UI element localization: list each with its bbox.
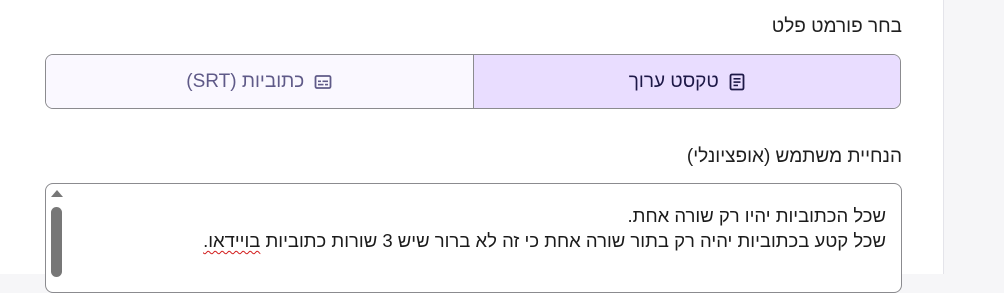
format-option-srt-label: כתוביות (SRT) [186,70,305,92]
format-option-srt[interactable]: כתוביות (SRT) [46,55,473,108]
textarea-content: שכל הכתוביות יהיו רק שורה אחת. שכל קטע ב… [86,203,886,253]
format-option-edited-text[interactable]: טקסט ערוך [472,55,900,108]
document-icon [729,73,745,91]
misspelled-word: בויידאו. [203,230,261,251]
instruction-line-2-text: שכל קטע בכתוביות יהיה רק בתור שורה אחת כ… [260,230,887,251]
scroll-up-arrow[interactable] [51,190,63,197]
output-format-label: בחר פורמט פלט [771,16,902,37]
scrollbar-thumb[interactable] [51,207,62,277]
output-format-toggle: כתוביות (SRT) טקסט ערוך [45,54,901,109]
instruction-line-1: שכל הכתוביות יהיו רק שורה אחת. [627,205,886,226]
panel-divider [943,0,944,274]
instruction-line-2: שכל קטע בכתוביות יהיה רק בתור שורה אחת כ… [86,228,886,253]
user-instruction-label: הנחיית משתמש (אופציונלי) [686,146,902,167]
subtitles-icon [314,74,332,90]
user-instruction-textarea[interactable]: שכל הכתוביות יהיו רק שורה אחת. שכל קטע ב… [45,183,902,293]
format-option-edited-text-label: טקסט ערוך [628,70,719,92]
